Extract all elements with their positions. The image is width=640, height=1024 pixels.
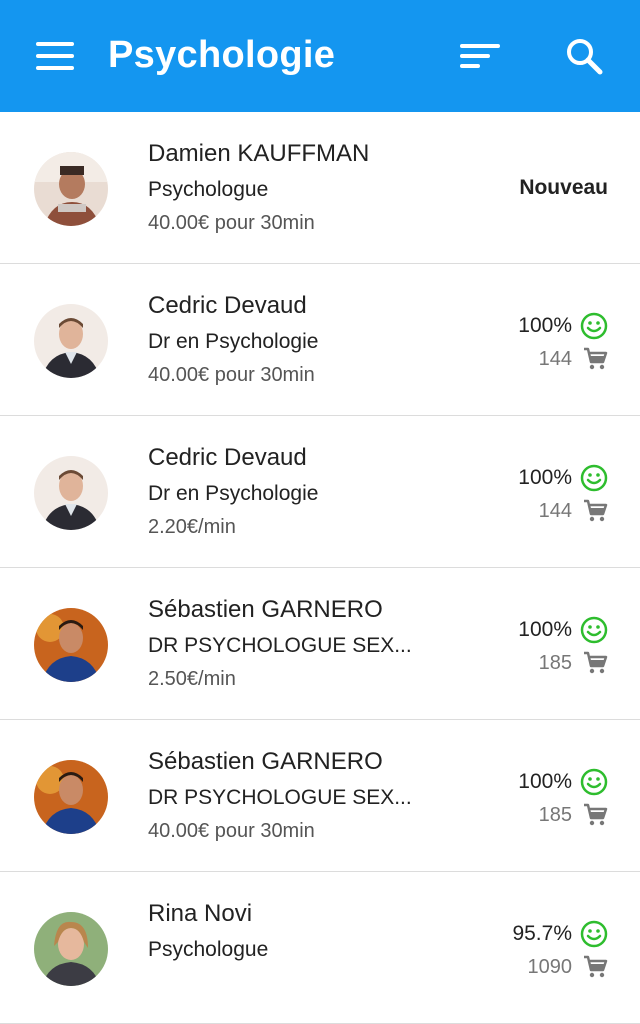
expert-price: 40.00€ pour 30min — [148, 364, 315, 386]
cart-icon — [584, 955, 608, 978]
expert-name: Cedric Devaud — [148, 444, 307, 471]
cart-icon — [584, 803, 608, 826]
expert-price: 40.00€ pour 30min — [148, 820, 315, 842]
new-badge: Nouveau — [519, 176, 608, 199]
list-item[interactable]: Damien KAUFFMAN Psychologue 40.00€ pour … — [0, 112, 640, 264]
cart-icon — [584, 347, 608, 370]
sales: 185 — [539, 802, 608, 828]
smiley-icon — [580, 312, 608, 340]
sales: 1090 — [528, 954, 609, 980]
sales: 144 — [539, 346, 608, 372]
sales: 144 — [539, 498, 608, 524]
app-bar: Psychologie — [0, 0, 640, 112]
smiley-icon — [580, 768, 608, 796]
rating: 100% — [518, 616, 608, 644]
smiley-icon — [580, 464, 608, 492]
avatar — [34, 912, 108, 986]
rating: 100% — [518, 312, 608, 340]
expert-specialty: Psychologue — [148, 938, 269, 961]
expert-price: 2.20€/min — [148, 516, 236, 538]
expert-list: Damien KAUFFMAN Psychologue 40.00€ pour … — [0, 112, 640, 1024]
list-item[interactable]: Sébastien GARNERO DR PSYCHOLOGUE SEX... … — [0, 568, 640, 720]
expert-price: 40.00€ pour 30min — [148, 212, 315, 234]
rating: 100% — [518, 464, 608, 492]
avatar — [34, 304, 108, 378]
list-item[interactable]: Rina Novi Psychologue 95.7% 1090 — [0, 872, 640, 1024]
list-item[interactable]: Sébastien GARNERO DR PSYCHOLOGUE SEX... … — [0, 720, 640, 872]
expert-specialty: DR PSYCHOLOGUE SEX... — [148, 634, 412, 657]
rating-percent: 100% — [518, 618, 572, 641]
search-icon[interactable] — [564, 36, 604, 76]
sales-count: 185 — [538, 651, 572, 674]
sales-count: 144 — [538, 347, 572, 370]
expert-name: Sébastien GARNERO — [148, 596, 383, 623]
rating-percent: 100% — [518, 314, 572, 337]
list-item[interactable]: Cedric Devaud Dr en Psychologie 40.00€ p… — [0, 264, 640, 416]
menu-icon[interactable] — [36, 40, 76, 72]
expert-specialty: Psychologue — [148, 178, 269, 201]
expert-name: Damien KAUFFMAN — [148, 140, 370, 167]
expert-name: Rina Novi — [148, 900, 253, 927]
sales-count: 185 — [538, 803, 572, 826]
expert-specialty: Dr en Psychologie — [148, 330, 319, 353]
avatar — [34, 152, 108, 226]
sales: 185 — [539, 650, 608, 676]
rating-percent: 100% — [518, 466, 572, 489]
avatar — [34, 456, 108, 530]
expert-name: Sébastien GARNERO — [148, 748, 383, 775]
smiley-icon — [580, 920, 608, 948]
rating: 100% — [518, 768, 608, 796]
rating: 95.7% — [512, 920, 608, 948]
sales-count: 144 — [538, 499, 572, 522]
smiley-icon — [580, 616, 608, 644]
sales-count: 1090 — [527, 955, 573, 978]
rating-percent: 95.7% — [512, 922, 572, 945]
rating-percent: 100% — [518, 770, 572, 793]
expert-specialty: Dr en Psychologie — [148, 482, 319, 505]
list-item[interactable]: Cedric Devaud Dr en Psychologie 2.20€/mi… — [0, 416, 640, 568]
page-title: Psychologie — [108, 34, 336, 76]
expert-price: 2.50€/min — [148, 668, 236, 690]
expert-specialty: DR PSYCHOLOGUE SEX... — [148, 786, 412, 809]
cart-icon — [584, 651, 608, 674]
sort-icon[interactable] — [460, 40, 504, 72]
avatar — [34, 608, 108, 682]
avatar — [34, 760, 108, 834]
expert-name: Cedric Devaud — [148, 292, 307, 319]
cart-icon — [584, 499, 608, 522]
